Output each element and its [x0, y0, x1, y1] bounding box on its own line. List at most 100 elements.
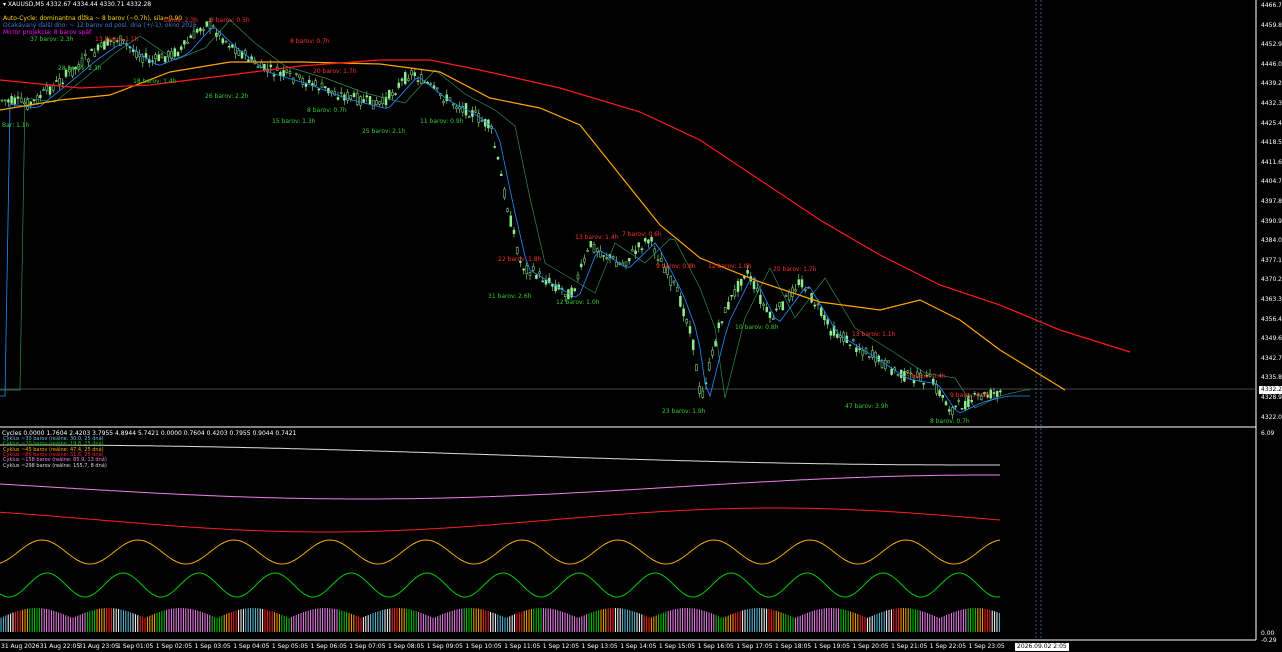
candle-body [323, 86, 327, 89]
price-label: 4384.00 [1261, 237, 1282, 245]
top-annotation: 8 barov: 0.5h [210, 17, 250, 24]
price-label: 4404.70 [1261, 178, 1282, 186]
candle-body [90, 48, 93, 51]
candle-body [691, 339, 695, 350]
candle-body [720, 321, 724, 324]
candle-body [963, 400, 967, 410]
candle-body [989, 389, 993, 399]
time-label: 1 Sep 23:05 [968, 643, 1005, 650]
candle-body [503, 188, 506, 198]
time-label: 1 Sep 20:05 [852, 643, 889, 650]
candle-body [771, 317, 775, 320]
candle-body [199, 27, 202, 32]
candle-body [723, 307, 727, 314]
time-label: 1 Sep 16:05 [697, 643, 734, 650]
candle-body [755, 287, 759, 292]
candle-body [727, 301, 730, 310]
candle-body [317, 88, 321, 91]
candle-body [403, 72, 407, 85]
candle-body [762, 303, 765, 306]
candle-body [138, 53, 141, 57]
candle-body [349, 95, 353, 100]
top-annotation: 8 barov: 0.7h [290, 38, 330, 45]
price-chart[interactable] [0, 0, 1282, 652]
candle-body [291, 77, 295, 84]
price-label: 4446.00 [1261, 60, 1282, 68]
price-label: 4356.40 [1261, 315, 1282, 323]
candle-body [0, 99, 4, 102]
top-annotation: 5 barov: 0.4h [906, 373, 946, 380]
candle-body [202, 29, 205, 31]
candle-body [179, 46, 183, 50]
candle-body [413, 72, 417, 77]
time-label: 1 Sep 13:05 [581, 643, 618, 650]
candle-body [45, 85, 49, 91]
candle-body [51, 85, 55, 91]
candle-body [99, 42, 103, 47]
cycle-wave-86 [0, 507, 1001, 533]
candle-body [912, 379, 916, 384]
candle-body [586, 250, 589, 252]
candle-body [643, 238, 647, 242]
top-annotation: 12 barov: 1.0h [708, 263, 752, 270]
candle-body [999, 390, 1002, 393]
candle-body [368, 96, 372, 105]
candle-body [675, 287, 679, 292]
candle-body [173, 48, 177, 57]
price-label: 4370.20 [1261, 276, 1282, 284]
bottom-annotation: 15 barov: 1.3h [272, 118, 316, 125]
candle-body [544, 279, 548, 285]
candle-body [509, 215, 513, 227]
cycle-wave-158 [0, 474, 1000, 500]
top-annotation: 22 barov: 1.8h [498, 256, 542, 263]
candle-body [576, 274, 580, 280]
candle-body [592, 244, 596, 253]
candle-body [746, 270, 749, 274]
candle-body [579, 263, 583, 268]
bottom-annotation: 23 barov: 1.9h [662, 408, 706, 415]
candle-body [234, 46, 237, 54]
candle-body [195, 28, 199, 33]
candle-body [16, 96, 20, 99]
candle-body [599, 250, 602, 258]
time-label: 1 Sep 03:05 [194, 643, 231, 650]
candle-body [183, 40, 186, 45]
candle-body [451, 103, 455, 106]
candle-body [567, 289, 570, 300]
candle-body [186, 41, 189, 44]
time-label: 1 Sep 09:05 [426, 643, 463, 650]
candle-body [855, 347, 858, 352]
candle-body [784, 295, 788, 297]
candle-body [83, 53, 87, 56]
candle-body [375, 100, 378, 105]
cycle-wave-20 [0, 572, 1001, 598]
price-label: 4349.60 [1261, 335, 1282, 343]
candle-body [957, 400, 961, 402]
candle-body [352, 93, 356, 98]
price-label: 4439.20 [1261, 80, 1282, 88]
candle-body [493, 146, 497, 148]
top-annotation: 7 barov: 0.6h [622, 231, 662, 238]
time-label: 1 Sep 19:05 [813, 643, 850, 650]
candle-body [823, 315, 826, 321]
ma-red-line [0, 59, 1131, 353]
candle-body [499, 173, 503, 176]
time-label: 1 Sep 08:05 [388, 643, 425, 650]
time-label: 31 Aug 23:05 [78, 643, 119, 650]
candle-body [269, 64, 273, 68]
candle-body [320, 82, 324, 88]
candle-body [759, 294, 762, 304]
top-annotation: 20 barov: 1.7h [773, 266, 817, 273]
candle-body [467, 116, 471, 119]
candle-body [48, 86, 52, 95]
symbol-line: ▾ XAUUSD,M5 4332.67 4334.44 4330.71 4332… [3, 1, 152, 8]
candle-body [515, 247, 519, 254]
candle-body [285, 69, 289, 73]
candle-body [858, 348, 861, 350]
info-line-3: Mirror projekcia: 8 barov späť [3, 29, 92, 36]
candle-body [227, 46, 231, 48]
price-label: 4418.50 [1261, 139, 1282, 147]
candle-body [848, 344, 852, 346]
candle-body [339, 92, 343, 94]
candle-body [765, 306, 769, 312]
